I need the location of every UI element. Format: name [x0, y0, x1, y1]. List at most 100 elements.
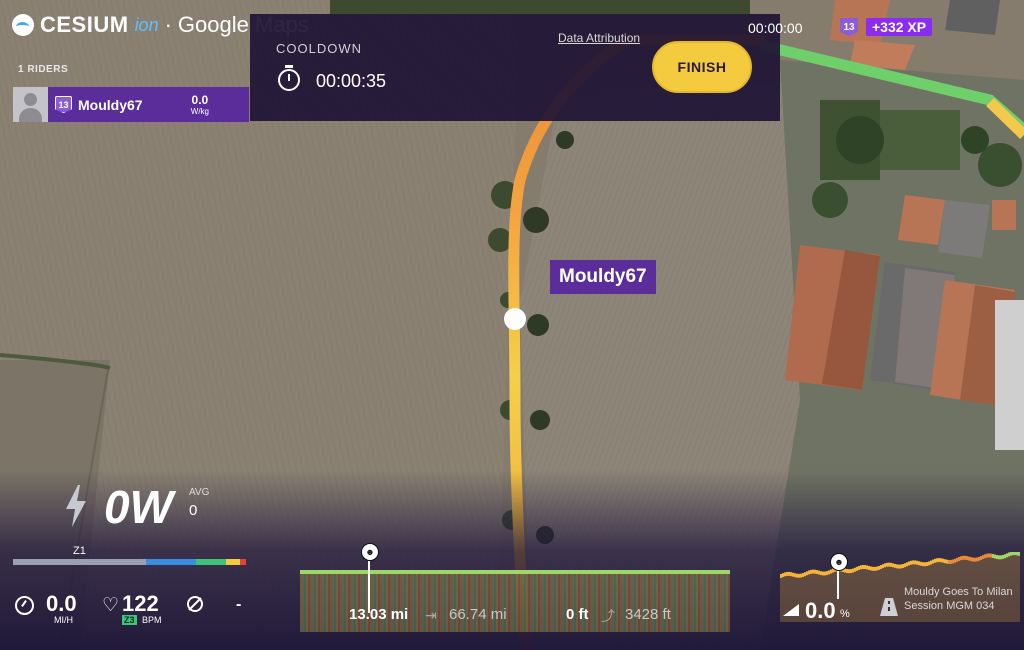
profile-bar: [328, 573, 330, 632]
profile-bar: [498, 573, 500, 632]
profile-bar: [554, 571, 556, 632]
profile-bar: [416, 570, 418, 632]
gradient-bar: [948, 559, 950, 564]
gradient-bar: [926, 562, 928, 567]
profile-bar: [390, 573, 392, 632]
zone-segment-3: [196, 559, 226, 565]
gradient-fill: [866, 569, 868, 622]
gradient-bar: [852, 568, 854, 573]
gradient-bar: [826, 571, 828, 576]
profile-bar: [558, 573, 560, 632]
profile-bar: [460, 573, 462, 632]
gradient-bar: [998, 555, 1000, 560]
profile-bar: [694, 573, 696, 632]
gradient-bar: [916, 560, 918, 565]
gradient-value: 0.0: [805, 598, 836, 623]
profile-bar: [342, 570, 344, 632]
profile-bar: [598, 573, 600, 632]
gradient-bar: [944, 559, 946, 564]
profile-bar: [528, 573, 530, 632]
gradient-bar: [806, 571, 808, 576]
profile-bar: [724, 571, 726, 632]
gradient-bar: [1002, 554, 1004, 559]
gradient-bar: [824, 571, 826, 576]
gradient-bar: [866, 565, 868, 570]
zone-segment-2: [146, 559, 196, 565]
profile-bar: [488, 572, 490, 632]
profile-bar: [400, 572, 402, 632]
profile-bar: [536, 572, 538, 632]
profile-bar: [686, 570, 688, 632]
gradient-bar: [786, 571, 788, 576]
gradient-bar: [992, 553, 994, 558]
gradient-bar: [884, 563, 886, 568]
gradient-bar: [896, 564, 898, 569]
gradient-bar: [872, 566, 874, 571]
profile-bar: [508, 570, 510, 632]
gradient-fill: [872, 570, 874, 622]
profile-bar: [630, 573, 632, 632]
profile-bar: [708, 571, 710, 632]
rider-list-item[interactable]: 13 Mouldy67 0.0 W/kg: [13, 87, 249, 122]
profile-bar: [668, 573, 670, 632]
profile-bar: [526, 573, 528, 632]
stopwatch-icon: [278, 65, 300, 91]
gradient-bar: [878, 565, 880, 570]
gradient-bar: [856, 566, 858, 571]
gradient-bar: [860, 565, 862, 570]
profile-bar: [534, 573, 536, 632]
profile-bar: [302, 571, 304, 632]
profile-bar: [408, 570, 410, 632]
profile-bar: [340, 570, 342, 632]
profile-bar: [560, 573, 562, 632]
gradient-bar: [940, 558, 942, 563]
gradient-bar: [798, 573, 800, 578]
gradient-bar: [888, 562, 890, 567]
profile-bar: [492, 573, 494, 632]
gradient-bar: [804, 572, 806, 577]
data-attribution-link[interactable]: Data Attribution: [558, 31, 640, 45]
gradient-fill: [858, 569, 860, 622]
profile-bar: [626, 573, 628, 632]
profile-bar: [310, 570, 312, 632]
gradient-bar: [784, 572, 786, 577]
gradient-bar: [890, 562, 892, 567]
profile-bar: [334, 571, 336, 632]
gradient-bar: [812, 569, 814, 574]
rider-marker-icon: ☻: [830, 553, 848, 571]
profile-bar: [522, 572, 524, 632]
profile-bar: [496, 573, 498, 632]
gradient-bar: [790, 572, 792, 577]
gradient-bar: [920, 561, 922, 566]
profile-bar: [676, 571, 678, 632]
profile-bar: [674, 571, 676, 632]
profile-bar: [326, 573, 328, 632]
cadence-value: -: [236, 596, 242, 613]
power-zone-bar: [13, 559, 246, 565]
gradient-bar: [976, 557, 978, 562]
ion-wordmark: ion: [134, 14, 159, 35]
gradient-bar: [792, 572, 794, 577]
profile-bar: [356, 573, 358, 632]
gradient-marker: ☻: [830, 553, 848, 599]
gradient-bar: [1004, 554, 1006, 559]
profile-bar: [338, 570, 340, 632]
xp-badge: +332 XP: [866, 18, 933, 36]
gradient-bar: [870, 566, 872, 571]
gradient-bar: [936, 558, 938, 563]
gradient-bar: [938, 558, 940, 563]
workout-phase: COOLDOWN: [276, 41, 362, 56]
gradient-bar: [886, 562, 888, 567]
profile-bar: [702, 573, 704, 632]
profile-bar: [410, 570, 412, 632]
gradient-bar: [876, 566, 878, 571]
gradient-bar: [968, 556, 970, 561]
gradient-bar: [918, 561, 920, 566]
finish-button[interactable]: FINISH: [652, 41, 752, 93]
profile-bar: [704, 573, 706, 632]
gradient-bar: [946, 559, 948, 564]
gradient-fill: [854, 571, 856, 622]
profile-bar: [566, 573, 568, 632]
gradient-bar: [848, 569, 850, 574]
profile-bar: [332, 572, 334, 632]
